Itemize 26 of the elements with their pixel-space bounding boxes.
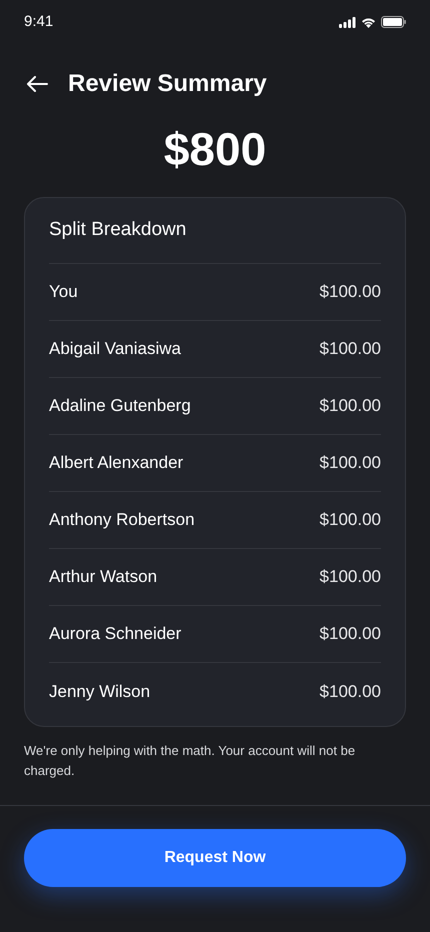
share-amount: $100.00: [320, 509, 381, 532]
status-time: 9:41: [24, 12, 54, 32]
back-arrow-icon: [26, 76, 48, 92]
total-amount: $800: [164, 122, 266, 177]
share-amount: $100.00: [320, 281, 381, 304]
page-title: Review Summary: [68, 69, 267, 99]
disclaimer-text: We're only helping with the math. Your account will not be charged.: [23, 742, 356, 780]
wifi-icon: [361, 16, 376, 28]
participant-name: Anthony Robertson: [49, 509, 195, 532]
signal-icon: [339, 16, 356, 28]
card-title: Split Breakdown: [49, 218, 186, 242]
participant-name: You: [49, 281, 78, 304]
share-amount: $100.00: [320, 338, 381, 360]
participant-name: Jenny Wilson: [49, 680, 150, 703]
participant-name: Abigail Vaniasiwa: [49, 338, 181, 360]
participant-name: Arthur Watson: [49, 566, 158, 588]
participant-name: Adaline Gutenberg: [49, 395, 191, 418]
share-amount: $100.00: [320, 452, 381, 474]
participant-name: Aurora Schneider: [49, 623, 182, 646]
request-now-button[interactable]: Request Now: [24, 829, 406, 887]
share-amount: $100.00: [320, 680, 381, 703]
share-amount: $100.00: [320, 395, 381, 418]
share-amount: $100.00: [320, 566, 381, 588]
share-amount: $100.00: [320, 623, 381, 646]
participant-name: Albert Alenxander: [49, 452, 184, 474]
battery-icon: [381, 16, 406, 28]
